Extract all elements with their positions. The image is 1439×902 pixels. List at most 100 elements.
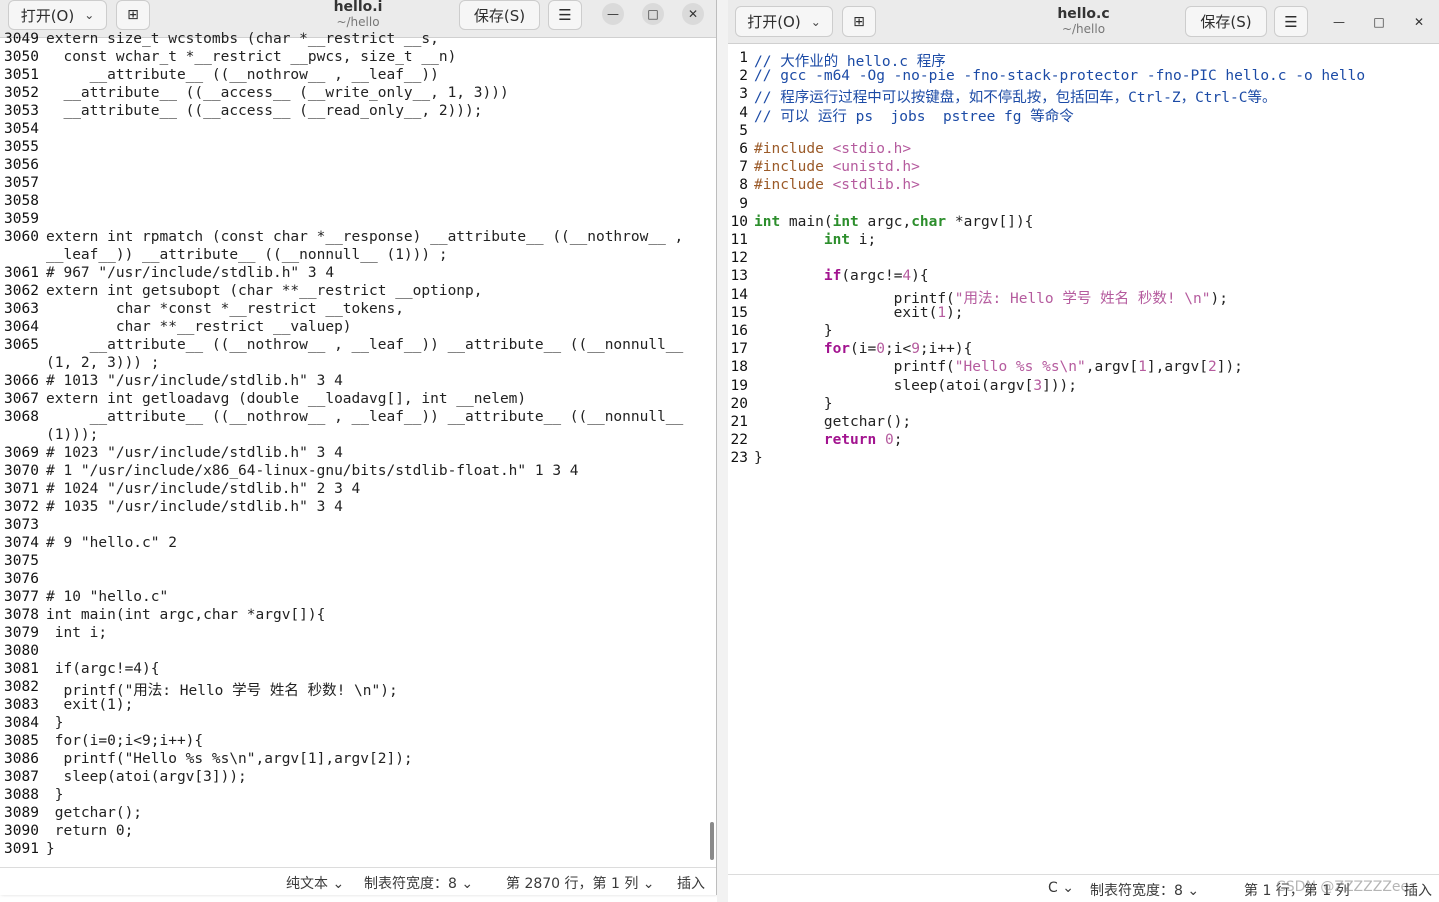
code-line: 3049 extern size_t wcstombs (char *__rest…: [0, 31, 716, 49]
line-number: 12: [730, 250, 748, 267]
line-text: __attribute__ ((__nothrow__ , __leaf__))…: [46, 409, 684, 425]
new-tab-button[interactable]: ⊞: [116, 0, 150, 30]
code-line: 3051 __attribute__ ((__nothrow__ , __lea…: [0, 67, 716, 85]
tab-width-selector[interactable]: 制表符宽度：8 ⌄: [364, 873, 473, 893]
chevron-down-icon: ⌄: [332, 876, 345, 892]
line-number: 20: [730, 395, 748, 412]
insert-mode-indicator[interactable]: 插入: [677, 873, 705, 893]
close-button[interactable]: ✕: [1408, 11, 1430, 33]
code-line: 3088 }: [0, 787, 716, 805]
line-number: 15: [730, 304, 748, 321]
line-number: 14: [730, 286, 748, 303]
line-number: 3049: [4, 31, 39, 47]
save-button[interactable]: 保存(S): [459, 0, 540, 30]
code-line: 3066 # 1013 "/usr/include/stdlib.h" 3 4: [0, 373, 716, 391]
close-button[interactable]: ✕: [682, 3, 704, 25]
code-line: 3085 for(i=0;i<9;i++){: [0, 733, 716, 751]
code-line: 3069 # 1023 "/usr/include/stdlib.h" 3 4: [0, 445, 716, 463]
code-line: 3054: [0, 121, 716, 139]
chevron-down-icon: ⌄: [1187, 883, 1200, 899]
code-line: 3090 return 0;: [0, 823, 716, 841]
language-selector[interactable]: 纯文本 ⌄: [286, 873, 344, 893]
line-number: 3054: [4, 121, 39, 137]
line-number: 3083: [4, 697, 39, 713]
code-line: 3055: [0, 139, 716, 157]
line-text: int main(int argc,char *argv[]){: [754, 213, 1034, 230]
open-button[interactable]: 打开(O) ⌄: [8, 0, 107, 30]
code-line: 3052 __attribute__ ((__access__ (__write…: [0, 85, 716, 103]
code-line: 3063 char *const *__restrict __tokens,: [0, 301, 716, 319]
line-number: 3071: [4, 481, 39, 497]
line-number: 3057: [4, 175, 39, 191]
code-line: 3081 if(argc!=4){: [0, 661, 716, 679]
line-number: 3070: [4, 463, 39, 479]
tab-width-selector[interactable]: 制表符宽度：8 ⌄: [1090, 880, 1199, 900]
close-icon: ✕: [687, 7, 699, 21]
line-text: printf("Hello %s %s\n",argv[1],argv[2]);: [46, 751, 413, 767]
code-editor[interactable]: 3049 extern size_t wcstombs (char *__rest…: [0, 31, 716, 867]
line-number: 3079: [4, 625, 39, 641]
code-line: 3074 # 9 "hello.c" 2: [0, 535, 716, 553]
line-text: __attribute__ ((__access__ (__write_only…: [46, 85, 509, 101]
line-number: 23: [730, 450, 748, 467]
code-line: 3059: [0, 211, 716, 229]
line-text: extern int rpmatch (const char *__respon…: [46, 229, 684, 245]
line-number: 3053: [4, 103, 39, 119]
code-line: 4// 可以 运行 ps jobs pstree fg 等命令: [728, 104, 1439, 125]
cursor-position-selector[interactable]: 第 2870 行，第 1 列 ⌄: [506, 873, 655, 893]
line-number: 1: [739, 50, 748, 66]
code-line: 3087 sleep(atoi(argv[3]));: [0, 769, 716, 787]
code-line: 3077 # 10 "hello.c": [0, 589, 716, 607]
menu-button[interactable]: ☰: [1274, 6, 1308, 37]
line-text: #include <unistd.h>: [754, 159, 920, 176]
line-text: __attribute__ ((__nothrow__ , __leaf__)): [46, 67, 439, 83]
chevron-down-icon: ⌄: [84, 8, 95, 22]
line-text: if(argc!=4){: [823, 268, 929, 285]
minimize-button[interactable]: —: [1328, 11, 1350, 33]
open-button-label: 打开(O): [747, 13, 801, 31]
save-button[interactable]: 保存(S): [1185, 6, 1267, 37]
line-number: 3050: [4, 49, 39, 65]
code-line: 21 getchar();: [728, 414, 1439, 432]
code-line: 3067 extern int getloadavg (double __load…: [0, 391, 716, 409]
cursor-position-label: 第 2870 行，第 1 列: [506, 876, 639, 892]
line-text: (1)));: [46, 427, 99, 443]
code-line: __leaf__)) __attribute__ ((__nonnull__ (…: [0, 247, 716, 265]
minimize-button[interactable]: —: [602, 3, 624, 25]
line-number: 3090: [4, 823, 39, 839]
line-number: 3078: [4, 607, 39, 623]
line-text: getchar();: [46, 805, 143, 821]
line-text: }: [46, 715, 64, 731]
line-text: extern int getsubopt (char **__restrict …: [46, 283, 483, 299]
code-line: 3050 const wchar_t *__restrict __pwcs, s…: [0, 49, 716, 67]
code-line: 3089 getchar();: [0, 805, 716, 823]
line-text: # 10 "hello.c": [46, 589, 169, 605]
line-number: 3060: [4, 229, 39, 245]
line-number: 3066: [4, 373, 39, 389]
language-selector[interactable]: C ⌄: [1048, 880, 1074, 896]
language-label: C: [1048, 880, 1058, 896]
new-tab-button[interactable]: ⊞: [842, 6, 876, 37]
scrollbar-thumb[interactable]: [710, 822, 714, 860]
menu-button[interactable]: ☰: [548, 0, 582, 30]
line-text: exit(1);: [754, 304, 964, 321]
maximize-button[interactable]: □: [1368, 11, 1390, 33]
insert-mode-indicator[interactable]: 插入: [1404, 880, 1432, 900]
close-icon: ✕: [1413, 15, 1425, 29]
open-button[interactable]: 打开(O) ⌄: [735, 6, 833, 37]
code-line: 17 for(i=0;i<9;i++){: [728, 341, 1439, 359]
code-line: 3061 # 967 "/usr/include/stdlib.h" 3 4: [0, 265, 716, 283]
line-number: 22: [730, 432, 748, 449]
line-text: # 967 "/usr/include/stdlib.h" 3 4: [46, 265, 335, 281]
line-number: 3065: [4, 337, 39, 353]
code-line: 3078 int main(int argc,char *argv[]){: [0, 607, 716, 625]
code-line: 3071 # 1024 "/usr/include/stdlib.h" 2 3 4: [0, 481, 716, 499]
line-number: 4: [739, 104, 748, 121]
code-editor[interactable]: 1// 大作业的 hello.c 程序 2 // gcc -m64 -Og -no-…: [728, 46, 1439, 872]
code-line: 3070 # 1 "/usr/include/x86_64-linux-gnu/b…: [0, 463, 716, 481]
code-line: 12: [728, 250, 1439, 268]
line-text: # 1 "/usr/include/x86_64-linux-gnu/bits/…: [46, 463, 579, 479]
minimize-icon: —: [1333, 15, 1345, 29]
code-line: 11 int i;: [728, 232, 1439, 250]
maximize-button[interactable]: □: [642, 3, 664, 25]
